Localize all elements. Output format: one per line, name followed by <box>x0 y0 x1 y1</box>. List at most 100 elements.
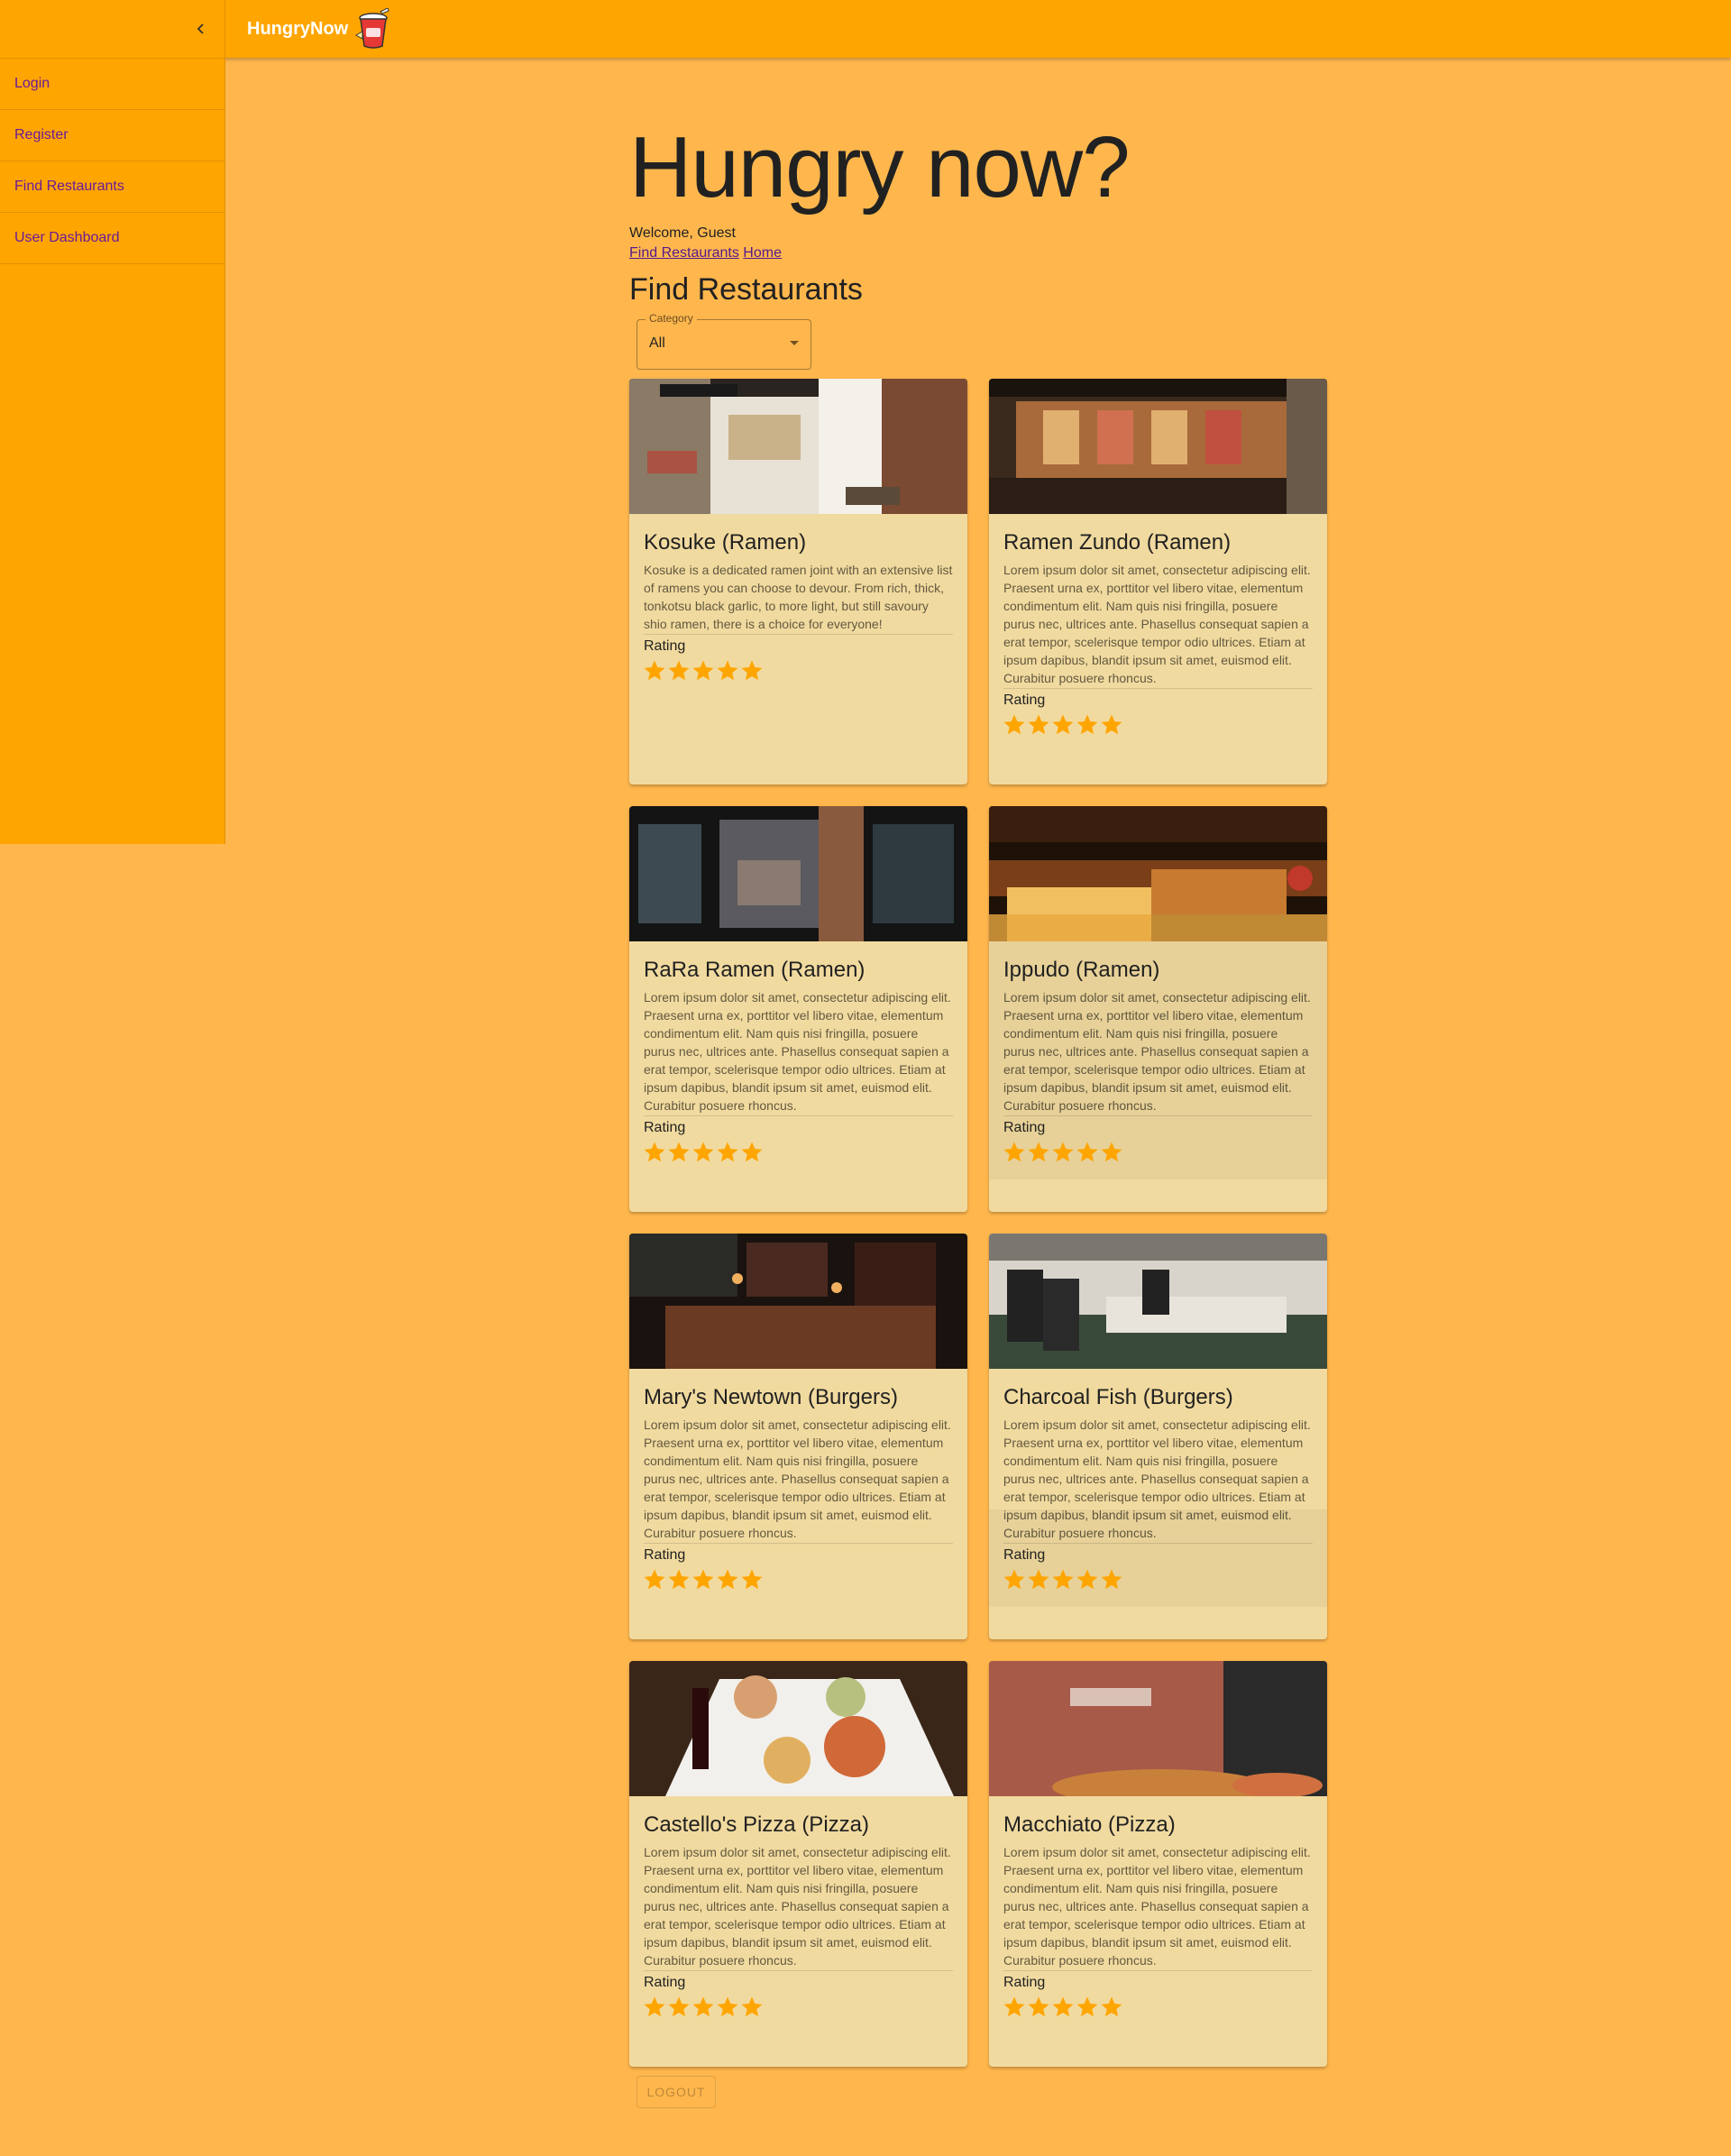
star-rating[interactable] <box>644 660 953 682</box>
star-icon[interactable] <box>692 1996 714 2018</box>
dropdown-arrow-icon <box>790 341 799 345</box>
star-icon[interactable] <box>1028 1142 1049 1163</box>
drawer-header <box>0 0 224 59</box>
restaurant-image <box>629 1234 967 1369</box>
restaurant-description: Lorem ipsum dolor sit amet, consectetur … <box>644 1416 953 1544</box>
restaurant-card[interactable]: RaRa Ramen (Ramen) Lorem ipsum dolor sit… <box>629 806 967 1212</box>
category-label: Category <box>646 312 697 325</box>
nav-item-find-restaurants[interactable]: Find Restaurants <box>0 161 224 213</box>
star-icon[interactable] <box>1003 1142 1025 1163</box>
restaurant-card[interactable]: Ramen Zundo (Ramen) Lorem ipsum dolor si… <box>989 379 1327 784</box>
restaurant-title: Ramen Zundo (Ramen) <box>1003 530 1232 555</box>
star-icon[interactable] <box>668 1569 690 1591</box>
star-icon[interactable] <box>717 1142 738 1163</box>
rating-label: Rating <box>1003 693 1046 708</box>
rating-label: Rating <box>1003 1120 1046 1135</box>
star-icon[interactable] <box>1003 714 1025 736</box>
home-link[interactable]: Home <box>743 245 782 261</box>
restaurant-title: Mary's Newtown (Burgers) <box>644 1385 898 1409</box>
star-icon[interactable] <box>644 1569 665 1591</box>
star-icon[interactable] <box>1101 1142 1122 1163</box>
restaurant-description: Lorem ipsum dolor sit amet, consectetur … <box>1003 1416 1313 1544</box>
star-rating[interactable] <box>1003 1569 1313 1591</box>
star-icon[interactable] <box>1076 1142 1098 1163</box>
star-icon[interactable] <box>717 1569 738 1591</box>
star-rating[interactable] <box>644 1996 953 2018</box>
category-value: All <box>649 335 665 351</box>
star-icon[interactable] <box>668 660 690 682</box>
star-icon[interactable] <box>741 1142 763 1163</box>
restaurant-grid: Kosuke (Ramen) Kosuke is a dedicated ram… <box>629 379 1333 2067</box>
star-rating[interactable] <box>644 1569 953 1591</box>
restaurant-image <box>989 1234 1327 1369</box>
star-icon[interactable] <box>668 1142 690 1163</box>
star-icon[interactable] <box>1052 714 1074 736</box>
star-icon[interactable] <box>1028 1996 1049 2018</box>
star-icon[interactable] <box>1003 1996 1025 2018</box>
star-icon[interactable] <box>644 1142 665 1163</box>
star-icon[interactable] <box>741 660 763 682</box>
star-icon[interactable] <box>741 1569 763 1591</box>
nav-item-login[interactable]: Login <box>0 59 224 110</box>
restaurant-title: Castello's Pizza (Pizza) <box>644 1812 869 1837</box>
restaurant-description: Lorem ipsum dolor sit amet, consectetur … <box>644 1843 953 1971</box>
star-rating[interactable] <box>1003 1996 1313 2018</box>
rating-label: Rating <box>644 1975 686 1990</box>
star-icon[interactable] <box>1101 714 1122 736</box>
star-icon[interactable] <box>741 1996 763 2018</box>
restaurant-card[interactable]: Mary's Newtown (Burgers) Lorem ipsum dol… <box>629 1234 967 1639</box>
star-icon[interactable] <box>692 1569 714 1591</box>
breadcrumb: Find Restaurants Home <box>629 243 1333 263</box>
restaurant-card[interactable]: Ippudo (Ramen) Lorem ipsum dolor sit ame… <box>989 806 1327 1212</box>
main-content: Hungry now? Welcome, Guest Find Restaura… <box>629 117 1333 2108</box>
restaurant-card[interactable]: Castello's Pizza (Pizza) Lorem ipsum dol… <box>629 1661 967 2067</box>
nav-item-register[interactable]: Register <box>0 110 224 161</box>
star-icon[interactable] <box>1003 1569 1025 1591</box>
restaurant-image <box>989 379 1327 514</box>
brand[interactable]: HungryNow <box>247 0 393 58</box>
restaurant-title: Macchiato (Pizza) <box>1003 1812 1176 1837</box>
star-icon[interactable] <box>1076 1996 1098 2018</box>
star-icon[interactable] <box>644 1996 665 2018</box>
star-icon[interactable] <box>1101 1996 1122 2018</box>
logout-button[interactable]: LOGOUT <box>637 2076 716 2108</box>
restaurant-image <box>989 806 1327 941</box>
star-icon[interactable] <box>717 660 738 682</box>
chevron-left-icon[interactable] <box>190 18 212 40</box>
restaurant-card[interactable]: Kosuke (Ramen) Kosuke is a dedicated ram… <box>629 379 967 784</box>
restaurant-description: Lorem ipsum dolor sit amet, consectetur … <box>1003 988 1313 1116</box>
find-restaurants-link[interactable]: Find Restaurants <box>629 245 739 261</box>
restaurant-description: Lorem ipsum dolor sit amet, consectetur … <box>1003 1843 1313 1971</box>
category-select[interactable]: Category All <box>637 312 811 370</box>
restaurant-card[interactable]: Macchiato (Pizza) Lorem ipsum dolor sit … <box>989 1661 1327 2067</box>
star-icon[interactable] <box>644 660 665 682</box>
star-icon[interactable] <box>1076 714 1098 736</box>
restaurant-description: Kosuke is a dedicated ramen joint with a… <box>644 561 953 635</box>
star-icon[interactable] <box>1101 1569 1122 1591</box>
restaurant-description: Lorem ipsum dolor sit amet, consectetur … <box>1003 561 1313 689</box>
rating-label: Rating <box>1003 1975 1046 1990</box>
star-icon[interactable] <box>1052 1569 1074 1591</box>
restaurant-title: Ippudo (Ramen) <box>1003 958 1160 982</box>
star-rating[interactable] <box>1003 714 1313 736</box>
section-title: Find Restaurants <box>629 272 863 307</box>
restaurant-image <box>629 806 967 941</box>
nav-item-user-dashboard[interactable]: User Dashboard <box>0 213 224 264</box>
restaurant-image <box>629 1661 967 1796</box>
restaurant-card[interactable]: Charcoal Fish (Burgers) Lorem ipsum dolo… <box>989 1234 1327 1639</box>
star-icon[interactable] <box>692 1142 714 1163</box>
star-icon[interactable] <box>1052 1996 1074 2018</box>
brand-name: HungryNow <box>247 18 349 39</box>
hero-title: Hungry now? <box>629 119 1131 216</box>
star-rating[interactable] <box>1003 1142 1313 1163</box>
star-icon[interactable] <box>668 1996 690 2018</box>
star-rating[interactable] <box>644 1142 953 1163</box>
star-icon[interactable] <box>1076 1569 1098 1591</box>
star-icon[interactable] <box>1052 1142 1074 1163</box>
rating-label: Rating <box>644 638 686 654</box>
drink-cup-logo-icon <box>355 8 389 49</box>
star-icon[interactable] <box>1028 714 1049 736</box>
star-icon[interactable] <box>692 660 714 682</box>
star-icon[interactable] <box>717 1996 738 2018</box>
star-icon[interactable] <box>1028 1569 1049 1591</box>
